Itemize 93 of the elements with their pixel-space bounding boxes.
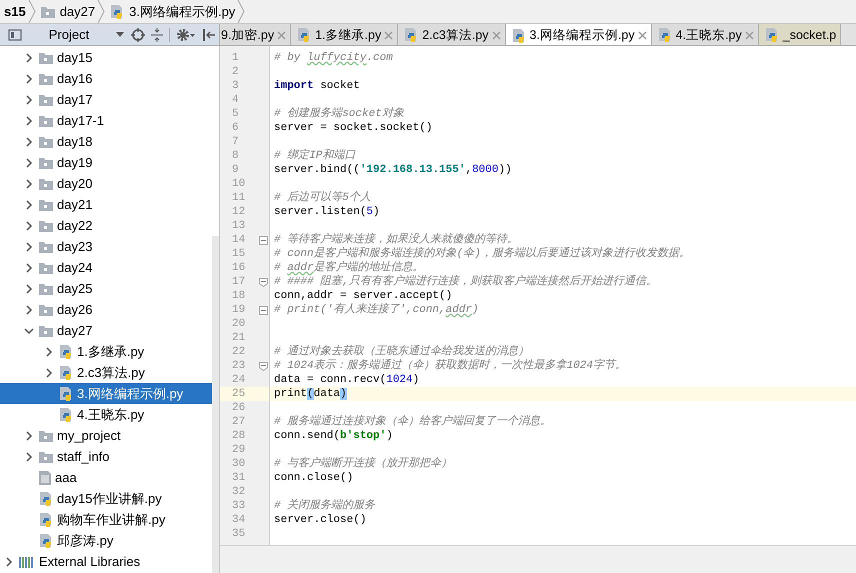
line-number: 31: [232, 471, 246, 485]
code-line: # 1024表示：服务端通过（伞）获取数据时，一次性最多拿1024字节。: [273, 359, 626, 373]
tree-item[interactable]: day20: [0, 173, 212, 194]
code-line: # print('有人来连接了',conn,addr): [273, 303, 479, 317]
code-line: conn,addr = server.accept(): [273, 289, 452, 302]
tree-item[interactable]: day18: [0, 131, 212, 152]
breadcrumb-item[interactable]: day27: [36, 0, 98, 23]
tree-item[interactable]: day15作业讲解.py: [0, 488, 212, 509]
code-line: # addr是客户端的地址信息。: [273, 261, 424, 274]
line-number: 3: [232, 79, 239, 93]
tree-item[interactable]: day25: [0, 278, 212, 299]
tree-item[interactable]: day27: [0, 320, 212, 341]
code-line: server.bind(('192.168.13.155',8000)): [273, 163, 512, 177]
line-number: 34: [232, 513, 246, 527]
code-line: # 通过对象去获取（王晓东通过伞给我发送的消息）: [273, 345, 530, 358]
line-number: 2: [232, 65, 239, 79]
tree-item[interactable]: 1.多继承.py: [0, 341, 212, 362]
tree-item[interactable]: aaa: [0, 467, 212, 488]
tree-item[interactable]: day17: [0, 89, 212, 110]
tree-item[interactable]: day17-1: [0, 110, 212, 131]
line-number: 12: [232, 205, 246, 219]
tree-item[interactable]: day16: [0, 68, 212, 89]
editor-tab[interactable]: 1.多继承.py: [291, 24, 398, 45]
line-number: 19: [232, 303, 246, 317]
editor-tab[interactable]: 4.王晓东.py: [652, 24, 759, 45]
tree-item[interactable]: 4.王晓东.py: [0, 404, 212, 425]
line-number: 23: [232, 359, 246, 373]
tree-item[interactable]: day26: [0, 299, 212, 320]
breadcrumb-item[interactable]: 3.网络编程示例.py: [105, 0, 238, 23]
line-number: 18: [232, 289, 246, 303]
tree-item[interactable]: staff_info: [0, 446, 212, 467]
tree-item[interactable]: day21: [0, 194, 212, 215]
line-number: 24: [232, 373, 246, 387]
code-line: data = conn.recv(1024): [273, 373, 420, 387]
code-line: server.listen(5): [273, 205, 380, 219]
line-number: 25: [232, 387, 246, 401]
line-number: 20: [232, 317, 246, 331]
tree-item[interactable]: day23: [0, 236, 212, 257]
line-number: 6: [232, 121, 239, 135]
code-line: server = socket.socket(): [273, 121, 432, 135]
tree-item[interactable]: day19: [0, 152, 212, 173]
code-line: # 与客户端断开连接（放开那把伞）: [273, 457, 452, 471]
editor-tab[interactable]: _socket.p: [758, 24, 842, 45]
tree-item[interactable]: 购物车作业讲解.py: [0, 509, 212, 530]
code-line: conn.send(b'stop'): [273, 429, 393, 443]
code-line: server.close(): [273, 513, 366, 527]
code-line: # 关闭服务端的服务: [273, 499, 376, 513]
line-number: 29: [232, 443, 246, 457]
tree-item[interactable]: my_project: [0, 425, 212, 446]
code-line: # #### 阻塞,只有有客户端进行连接，则获取客户端连接然后开始进行通信。: [273, 275, 657, 289]
line-number: 21: [232, 331, 246, 345]
editor-tab[interactable]: 2.c3算法.py: [398, 24, 506, 45]
line-number: 33: [232, 499, 246, 513]
line-number: 15: [232, 247, 246, 261]
tree-item[interactable]: day22: [0, 215, 212, 236]
line-number: 9: [232, 163, 239, 177]
code-line: # conn是客户端和服务端连接的对象(伞)，服务端以后要通过该对象进行收发数据。: [273, 247, 690, 260]
code-line: print(data): [273, 387, 347, 401]
line-number: 7: [232, 135, 239, 149]
code-line: # by luffycity.com: [273, 51, 393, 65]
line-number: 16: [232, 261, 246, 275]
line-number: 26: [232, 401, 246, 415]
line-number: 1: [232, 51, 239, 65]
line-number: 28: [232, 429, 246, 443]
tree-item[interactable]: External Libraries: [0, 551, 212, 572]
line-number: 11: [232, 191, 246, 205]
code-line: import socket: [273, 79, 360, 93]
code-line: # 后边可以等5个人: [273, 191, 371, 205]
line-number: 17: [232, 275, 246, 289]
tree-item[interactable]: 2.c3算法.py: [0, 362, 212, 383]
line-number: 8: [232, 149, 239, 163]
line-number: 4: [232, 93, 239, 107]
editor-tab[interactable]: 3.网络编程示例.py: [506, 24, 652, 45]
line-number: 10: [232, 177, 246, 191]
line-number: 13: [232, 219, 246, 233]
line-number: 35: [232, 527, 246, 541]
line-number: 22: [232, 345, 246, 359]
line-number: 32: [232, 485, 246, 499]
code-line: # 创建服务端socket对象: [273, 107, 404, 121]
line-number: 14: [232, 233, 246, 247]
breadcrumb-item[interactable]: s15: [0, 0, 28, 23]
tree-item[interactable]: 邱彦涛.py: [0, 530, 212, 551]
code-line: conn.close(): [273, 471, 354, 485]
line-number: 5: [232, 107, 239, 121]
tree-item[interactable]: day24: [0, 257, 212, 278]
tree-item[interactable]: 3.网络编程示例.py: [0, 383, 212, 404]
code-line: # 绑定IP和端口: [273, 149, 356, 163]
code-line: # 等待客户端来连接，如果没人来就傻傻的等待。: [273, 233, 518, 246]
line-number: 30: [232, 457, 246, 471]
code-line: # 服务端通过连接对象（伞）给客户端回复了一个消息。: [273, 415, 552, 429]
line-number: 27: [232, 415, 246, 429]
editor-tab[interactable]: 9.加密.py: [220, 24, 292, 45]
tree-item[interactable]: day15: [0, 47, 212, 68]
